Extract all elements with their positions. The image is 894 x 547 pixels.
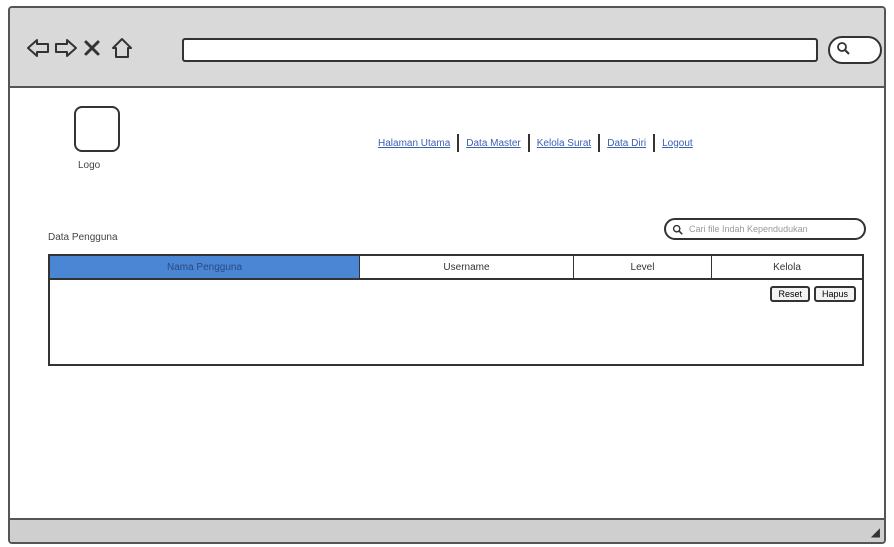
nav-link-halaman-utama[interactable]: Halaman Utama [378,138,450,149]
reset-button[interactable]: Reset [770,286,810,302]
table-header: Nama Pengguna Username Level Kelola [50,256,862,280]
logo-label: Logo [78,160,101,171]
search-icon [837,42,850,55]
browser-search-button[interactable] [828,36,882,64]
hapus-button[interactable]: Hapus [813,286,856,302]
user-table: Nama Pengguna Username Level Kelola Rese… [48,254,864,366]
search-field[interactable] [664,218,866,240]
row-actions: Reset Hapus [770,286,856,302]
nav-link-logout[interactable]: Logout [662,138,693,149]
page-title: Data Pengguna [48,232,118,243]
nav-link-data-master[interactable]: Data Master [466,138,520,149]
status-bar: ◢ [10,518,884,542]
nav-separator [598,134,601,152]
home-icon[interactable] [110,36,134,60]
resize-handle-icon[interactable]: ◢ [871,525,880,539]
browser-window: Logo Halaman Utama Data Master Kelola Su… [8,6,886,544]
column-header-nama-pengguna[interactable]: Nama Pengguna [50,256,360,278]
search-icon [672,224,683,235]
close-icon[interactable] [82,38,102,58]
nav-separator [457,134,460,152]
nav-separator [653,134,656,152]
column-header-username[interactable]: Username [360,256,574,278]
logo [74,106,120,152]
address-bar[interactable] [182,38,818,62]
nav-link-kelola-surat[interactable]: Kelola Surat [537,138,591,149]
top-navigation: Halaman Utama Data Master Kelola Surat D… [378,134,693,152]
back-icon[interactable] [26,36,50,60]
column-header-level[interactable]: Level [574,256,712,278]
forward-icon[interactable] [54,36,78,60]
browser-toolbar [10,8,884,88]
nav-separator [527,134,530,152]
column-header-kelola[interactable]: Kelola [712,256,862,278]
search-input[interactable] [687,223,861,235]
nav-link-data-diri[interactable]: Data Diri [607,138,646,149]
